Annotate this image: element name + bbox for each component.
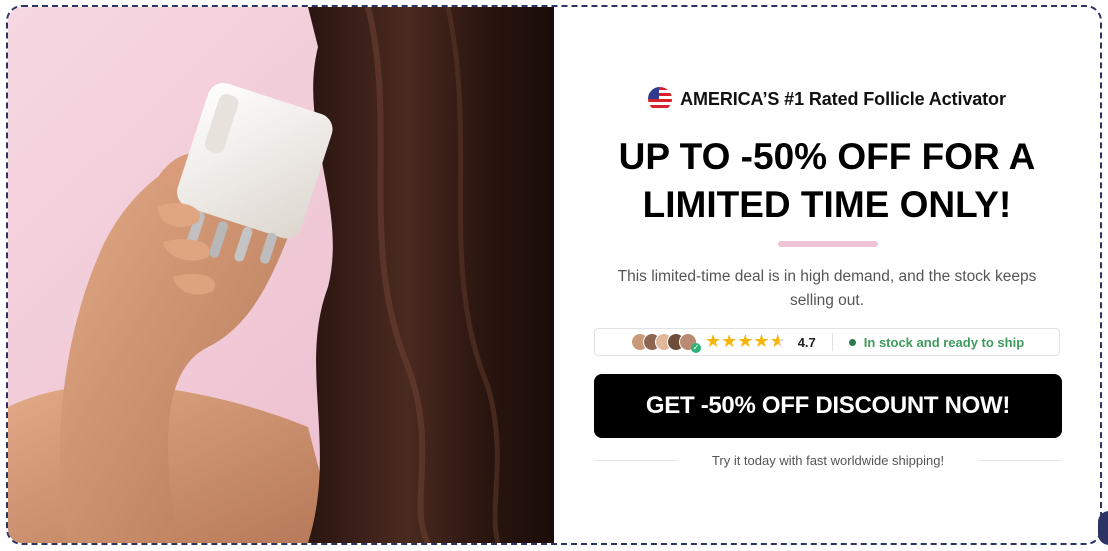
star-icon: ★ (705, 331, 722, 352)
divider-line (594, 460, 678, 461)
half-star-icon: ★ (769, 331, 786, 352)
divider-line (978, 460, 1063, 461)
rating-value: 4.7 (797, 334, 816, 350)
us-flag-icon (648, 87, 673, 111)
headline-line-1: UP TO -50% OFF FOR A (618, 136, 1036, 177)
offer-panel: AMERICA’S #1 Rated Follicle Activator UP… (554, 7, 1100, 543)
social-proof-bar: ✓ ★ ★ ★ ★ ★ 4.7 In stock and ready to sh… (594, 328, 1060, 356)
rating-badge: AMERICA’S #1 Rated Follicle Activator (554, 87, 1100, 111)
shipping-note: Try it today with fast worldwide shippin… (594, 453, 1063, 468)
get-discount-button[interactable]: GET -50% OFF DISCOUNT NOW! (594, 374, 1062, 438)
stock-status: In stock and ready to ship (863, 334, 1025, 350)
star-icon: ★ (737, 331, 754, 352)
badge-text: AMERICA’S #1 Rated Follicle Activator (680, 88, 1006, 109)
star-rating: ★ ★ ★ ★ ★ (705, 333, 786, 351)
promo-card: AMERICA’S #1 Rated Follicle Activator UP… (6, 5, 1102, 545)
stock-status-dot (848, 338, 856, 346)
headline-line-2: LIMITED TIME ONLY! (642, 184, 1012, 225)
separator (831, 333, 833, 351)
product-photo (8, 7, 554, 543)
verified-check-icon: ✓ (691, 343, 701, 353)
description: This limited-time deal is in high demand… (617, 268, 1037, 309)
customer-avatars: ✓ (631, 333, 701, 353)
star-icon: ★ (753, 331, 770, 352)
star-icon: ★ (721, 331, 738, 352)
accent-divider (778, 241, 878, 247)
shipping-note-text: Try it today with fast worldwide shippin… (711, 453, 945, 468)
chat-widget-tab[interactable] (1098, 511, 1108, 545)
headline: UP TO -50% OFF FOR A LIMITED TIME ONLY! (574, 133, 1080, 229)
